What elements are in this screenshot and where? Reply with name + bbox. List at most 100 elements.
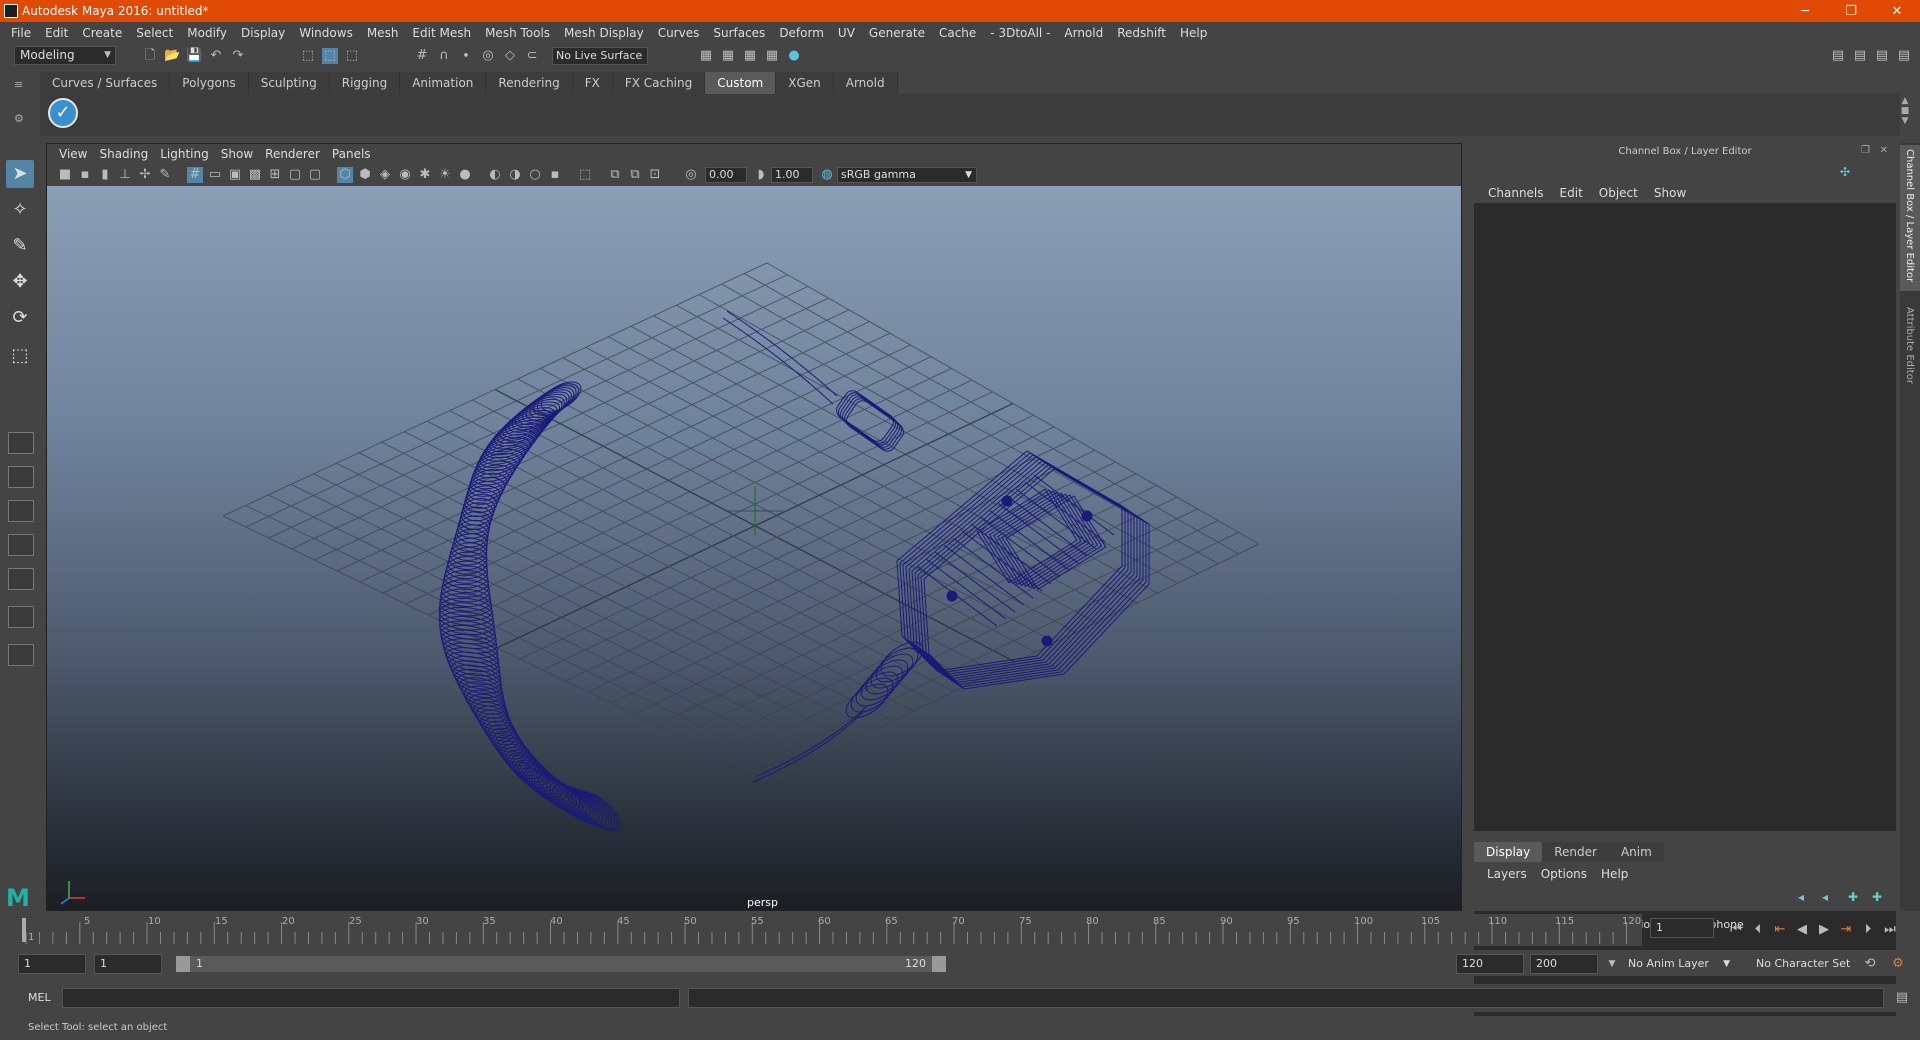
make-live-icon[interactable]: ⊂ [524,48,540,64]
show-menu[interactable]: Show [1646,183,1694,203]
current-frame-field[interactable]: 1 [1650,918,1714,938]
shelf-tab-arnold[interactable]: Arnold [833,72,898,94]
animation-end-field[interactable]: 200 [1530,954,1598,974]
select-tool-icon[interactable]: ➤ [6,160,34,188]
mode-select[interactable]: Modeling ▼ [14,46,116,65]
menu-edit[interactable]: Edit [38,26,75,40]
two-d-pan-icon[interactable]: ✢ [137,167,153,183]
shelf-tab-rigging[interactable]: Rigging [329,72,401,94]
render-settings-icon[interactable]: ▦ [764,48,780,64]
snap-grid-icon[interactable]: # [414,48,430,64]
lasso-tool-icon[interactable]: ✧ [6,196,34,224]
safe-title-icon[interactable]: ▢ [307,167,323,183]
single-pane-layout-icon[interactable] [8,432,34,454]
wireframe-icon[interactable]: ⬡ [337,167,353,183]
custom-layout-icon[interactable] [8,644,34,666]
script-editor-icon[interactable]: ▤ [1894,990,1910,1006]
viewport-menu-shading[interactable]: Shading [93,147,154,161]
textured-icon[interactable]: ◉ [397,167,413,183]
menu-redshift[interactable]: Redshift [1110,26,1173,40]
select-object-icon[interactable]: ⬚ [322,48,338,64]
snap-view-icon[interactable]: ◎ [480,48,496,64]
go-to-end-icon[interactable]: ⏭ [1882,922,1898,938]
new-layer-selected-icon[interactable]: ✚ [1872,890,1882,904]
menu-generate[interactable]: Generate [862,26,932,40]
menu-deform[interactable]: Deform [772,26,831,40]
viewport-menu-view[interactable]: View [53,147,93,161]
playback-end-field[interactable]: 120 [1456,954,1524,974]
check-icon[interactable]: ✓ [48,98,78,128]
side-tab-attribute-editor[interactable]: Attribute Editor [1900,303,1920,403]
exposure-icon[interactable]: ◎ [683,167,699,183]
paint-select-tool-icon[interactable]: ✎ [6,232,34,260]
menu-windows[interactable]: Windows [292,26,360,40]
xray-icon[interactable]: ◐ [487,167,503,183]
shelf-tab-xgen[interactable]: XGen [776,72,834,94]
viewport-menu-show[interactable]: Show [215,147,259,161]
menu-surfaces[interactable]: Surfaces [706,26,772,40]
workspace-modeling-icon[interactable]: ▤ [1830,48,1846,64]
depth-of-field-icon[interactable]: ⧉ [607,167,623,183]
viewport-menu-lighting[interactable]: Lighting [154,147,215,161]
viewport-menu-panels[interactable]: Panels [326,147,377,161]
new-scene-icon[interactable]: 🗋 [142,48,158,64]
menu-create[interactable]: Create [75,26,129,40]
persp-outliner-layout-icon[interactable] [8,534,34,556]
shelf-tab-polygons[interactable]: Polygons [170,72,249,94]
four-pane-layout-icon[interactable] [8,466,34,488]
redo-icon[interactable]: ↷ [230,48,246,64]
marine-radio-mic-wireframe[interactable] [438,310,1150,837]
shelf-tab-fx[interactable]: FX [572,72,613,94]
animation-start-field[interactable]: 1 [18,954,86,974]
lights-icon[interactable]: ✱ [417,167,433,183]
minimize-button[interactable]: ─ [1782,0,1828,22]
menu-help[interactable]: Help [1173,26,1214,40]
shelf-tab-sculpting[interactable]: Sculpting [248,72,330,94]
camera-attributes-icon[interactable]: ▪ [77,167,93,183]
object-menu[interactable]: Object [1591,183,1646,203]
live-surface-field[interactable]: No Live Surface [552,47,648,65]
resolution-gate-icon[interactable]: ▣ [227,167,243,183]
menu-display[interactable]: Display [234,26,292,40]
snap-curve-icon[interactable]: ∩ [436,48,452,64]
color-space-select[interactable]: sRGB gamma ▼ [837,167,977,183]
gamma-icon[interactable]: ◗ [753,167,769,183]
grid-icon[interactable]: # [187,167,203,183]
shelf-tab-curves-surfaces[interactable]: Curves / Surfaces [40,72,171,94]
snap-point-icon[interactable]: ∙ [458,48,474,64]
move-layer-down-icon[interactable]: ◂ [1822,890,1828,904]
two-pane-layout-icon[interactable] [8,500,34,522]
select-component-icon[interactable]: ⬚ [344,48,360,64]
chevron-down-icon[interactable]: ▼ [1604,956,1620,972]
multisample-icon[interactable]: ⧉ [627,167,643,183]
grease-pencil-icon[interactable]: ✎ [157,167,173,183]
menu-arnold[interactable]: Arnold [1057,26,1110,40]
layers-menu[interactable]: Layers [1480,863,1534,885]
image-plane-icon[interactable]: ⊥ [117,167,133,183]
step-back-frame-icon[interactable]: ⏴ [1750,922,1766,938]
shelf-menu-icon[interactable]: ≡ [14,78,34,91]
close-button[interactable]: ✕ [1874,0,1920,22]
shelf-tab-rendering[interactable]: Rendering [486,72,573,94]
menu-modify[interactable]: Modify [180,26,234,40]
render-view-icon[interactable]: ▦ [698,48,714,64]
xray-joints-icon[interactable]: ◑ [507,167,523,183]
step-back-key-icon[interactable]: ⇤ [1772,922,1788,938]
menu-cache[interactable]: Cache [932,26,983,40]
animation-preferences-icon[interactable]: ⚙ [1890,956,1906,972]
hypershade-layout-icon[interactable] [8,606,34,628]
render-frame-icon[interactable]: ▦ [720,48,736,64]
gate-mask-icon[interactable]: ▩ [247,167,263,183]
maximize-button[interactable]: ❐ [1828,0,1874,22]
antialiasing-icon[interactable]: ▪ [547,167,563,183]
shelf-scroll-icon[interactable]: ▲ ■ ▼ [1898,96,1912,136]
frame-all-icon[interactable]: ⊡ [647,167,663,183]
graph-layout-icon[interactable] [8,568,34,590]
film-gate-icon[interactable]: ▭ [207,167,223,183]
command-language-label[interactable]: MEL [28,991,51,1004]
save-scene-icon[interactable]: 💾 [186,48,202,64]
bookmark-icon[interactable]: ▮ [97,167,113,183]
options-menu[interactable]: Options [1534,863,1594,885]
hypershade-icon[interactable]: ● [786,48,802,64]
ambient-occlusion-icon[interactable]: ● [457,167,473,183]
